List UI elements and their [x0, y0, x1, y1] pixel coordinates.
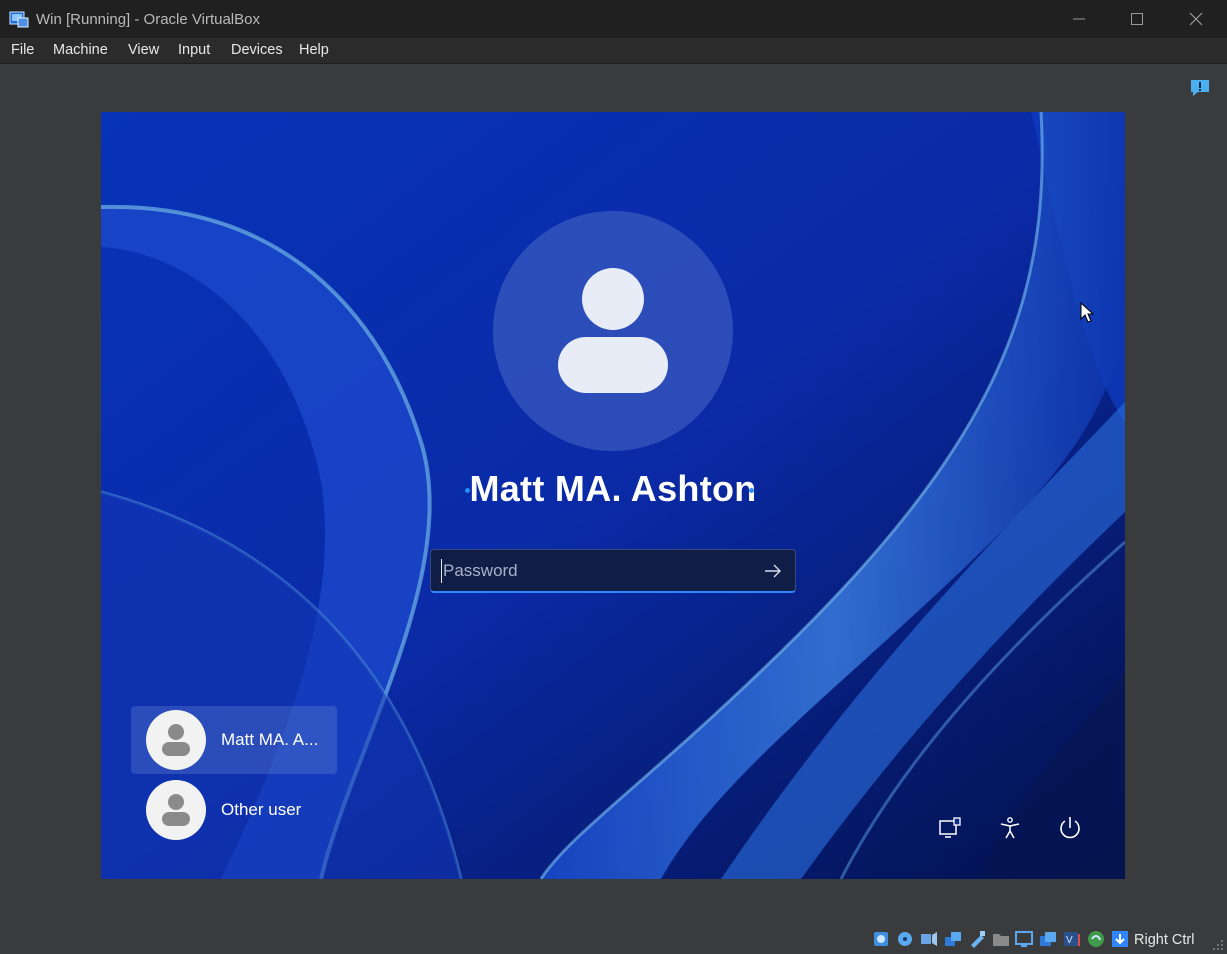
avatar [146, 780, 206, 840]
feedback-exclamation-icon[interactable] [1189, 78, 1211, 98]
password-field[interactable] [430, 549, 796, 593]
user-tile-matt[interactable]: Matt MA. A... [131, 706, 337, 774]
maximize-icon [1131, 13, 1143, 25]
recording-icon[interactable] [1039, 930, 1057, 948]
minimize-icon [1073, 18, 1085, 20]
shared-folders-icon[interactable] [992, 930, 1010, 948]
user-tile-other[interactable]: Other user [131, 776, 337, 844]
display-icon[interactable] [1015, 930, 1033, 948]
user-avatar-large [493, 211, 733, 451]
status-bar: V Right Ctrl [0, 924, 1227, 954]
close-button[interactable] [1167, 0, 1225, 38]
menu-help[interactable]: Help [299, 42, 329, 58]
avatar [146, 710, 206, 770]
host-key-label: Right Ctrl [1134, 932, 1195, 948]
title-bar: Win [Running] - Oracle VirtualBox [0, 0, 1227, 38]
user-tile-label: Other user [221, 800, 302, 819]
mouse-pointer-icon [1080, 302, 1095, 323]
close-icon [1189, 12, 1203, 26]
resize-grip-icon[interactable] [1209, 938, 1225, 952]
user-tile-label: Matt MA. A... [221, 730, 319, 749]
menu-input[interactable]: Input [178, 42, 210, 58]
minimize-button[interactable] [1050, 0, 1108, 38]
mouse-integration-icon[interactable] [1087, 930, 1105, 948]
menu-file[interactable]: File [11, 42, 34, 58]
cpu-virtualization-icon[interactable]: V [1063, 930, 1081, 948]
focus-dot [749, 488, 754, 493]
user-silhouette-icon [162, 794, 190, 826]
accessibility-icon[interactable] [997, 815, 1023, 841]
hard-disk-icon[interactable] [872, 930, 890, 948]
menu-bar: File Machine View Input Devices Help [0, 38, 1227, 64]
optical-drive-icon[interactable] [896, 930, 914, 948]
window-title: Win [Running] - Oracle VirtualBox [36, 11, 260, 28]
menu-devices[interactable]: Devices [231, 42, 283, 58]
maximize-button[interactable] [1108, 0, 1166, 38]
virtualbox-app-icon[interactable] [9, 9, 29, 29]
audio-icon[interactable] [920, 930, 938, 948]
vm-display[interactable]: Matt MA. Ashton Matt MA. A... Other user [101, 112, 1125, 879]
network-icon[interactable] [937, 815, 963, 841]
menu-machine[interactable]: Machine [53, 42, 108, 58]
network-adapters-icon[interactable] [944, 930, 962, 948]
user-silhouette-icon [558, 268, 668, 393]
svg-text:V: V [1066, 935, 1073, 946]
password-input[interactable] [441, 559, 751, 583]
power-icon[interactable] [1057, 815, 1083, 841]
usb-icon[interactable] [968, 930, 986, 948]
login-username: Matt MA. Ashton [469, 468, 757, 509]
user-silhouette-icon [162, 724, 190, 756]
menu-view[interactable]: View [128, 42, 159, 58]
arrow-right-icon[interactable] [763, 561, 783, 581]
keyboard-capture-icon[interactable] [1111, 930, 1129, 948]
